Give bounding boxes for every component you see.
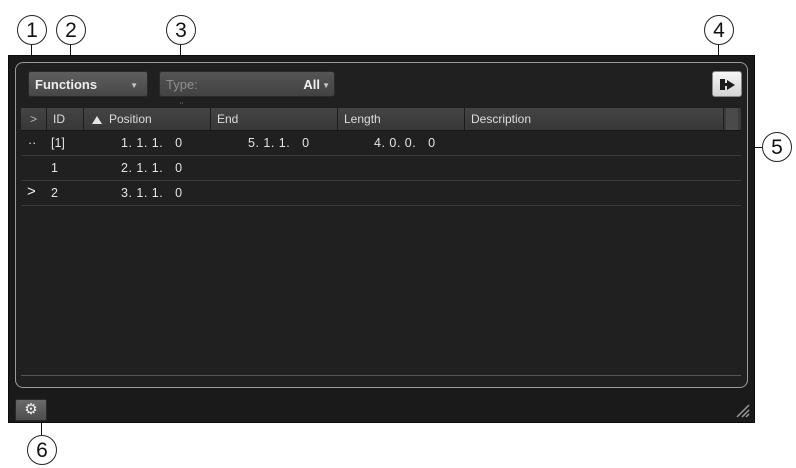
callout-2: 2 [56, 15, 86, 45]
current-row-chevron-icon: > [27, 183, 36, 200]
type-filter-select[interactable]: Type: All ▼ [159, 71, 335, 97]
column-header-end[interactable]: End [211, 108, 338, 130]
functions-menu-button[interactable]: Functions ▼ [28, 71, 148, 97]
gear-icon: ⚙ [24, 401, 38, 418]
column-header-position-label: Position [109, 112, 152, 126]
callout-4: 4 [704, 15, 734, 45]
cell-id: 1 [51, 161, 58, 175]
callout-6: 6 [27, 435, 57, 465]
list-panel: Functions ▼ Type: All ▼ ¨ > ID Position … [15, 62, 748, 388]
type-filter-value: All [303, 77, 320, 92]
resize-grip-icon[interactable] [734, 402, 750, 418]
cell-id: 2 [51, 186, 58, 200]
column-header-scroll-spacer [726, 108, 738, 130]
column-header-length[interactable]: Length [338, 108, 465, 130]
list-bottom-divider [21, 375, 741, 376]
callout-1: 1 [17, 15, 47, 45]
column-header-id[interactable]: ID [47, 108, 84, 130]
callout-3: 3 [166, 15, 196, 45]
column-header-position[interactable]: Position [84, 108, 211, 130]
chevron-down-icon: ▼ [130, 81, 138, 90]
cell-position[interactable]: 1. 1. 1. 0 [121, 136, 183, 150]
show-hide-inspector-button[interactable] [712, 71, 742, 97]
cell-position[interactable]: 3. 1. 1. 0 [121, 186, 183, 200]
column-header-description[interactable]: Description [465, 108, 724, 130]
table-row[interactable]: ·· [1] 1. 1. 1. 0 5. 1. 1. 0 4. 0. 0. 0 [21, 131, 741, 156]
table-row[interactable]: 1 2. 1. 1. 0 [21, 156, 741, 181]
cell-position[interactable]: 2. 1. 1. 0 [121, 161, 183, 175]
row-marker: ·· [28, 136, 37, 150]
table-header: > ID Position End Length Description [21, 108, 741, 131]
cell-length[interactable]: 4. 0. 0. 0 [374, 136, 436, 150]
table-row[interactable]: > 2 3. 1. 1. 0 [21, 181, 741, 206]
callout-5: 5 [762, 132, 792, 162]
cell-id: [1] [51, 136, 65, 150]
chevron-down-icon: ▼ [322, 81, 330, 90]
sort-ascending-icon [92, 116, 102, 124]
column-header-select[interactable]: > [21, 108, 47, 130]
settings-button[interactable]: ⚙ [15, 399, 47, 421]
functions-label: Functions [35, 77, 98, 92]
cell-end[interactable]: 5. 1. 1. 0 [248, 136, 310, 150]
list-editor-window: Functions ▼ Type: All ▼ ¨ > ID Position … [8, 55, 755, 423]
type-filter-label: Type: [166, 77, 198, 92]
